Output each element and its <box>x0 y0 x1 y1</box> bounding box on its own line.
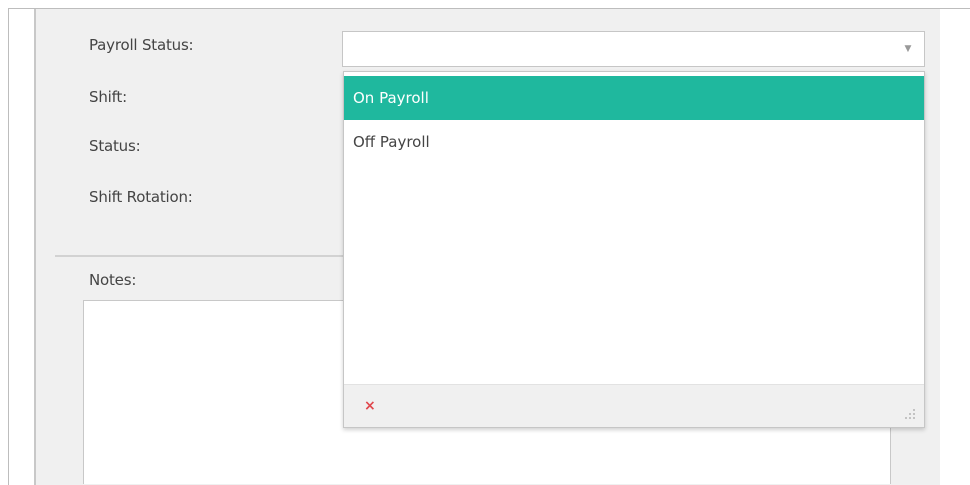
payroll-status-dropdown: On Payroll Off Payroll × <box>343 71 925 428</box>
option-label: Off Payroll <box>353 133 430 151</box>
payroll-status-label: Payroll Status: <box>89 36 194 54</box>
status-label: Status: <box>89 137 141 155</box>
clear-icon[interactable]: × <box>364 396 376 416</box>
notes-separator <box>55 255 345 257</box>
option-off-payroll[interactable]: Off Payroll <box>344 120 924 164</box>
resize-grip-icon[interactable] <box>904 408 916 420</box>
option-on-payroll[interactable]: On Payroll <box>344 76 924 120</box>
dropdown-footer: × <box>344 384 924 427</box>
chevron-down-icon[interactable]: ▼ <box>892 32 924 66</box>
shift-label: Shift: <box>89 88 127 106</box>
shift-rotation-label: Shift Rotation: <box>89 188 193 206</box>
notes-label: Notes: <box>89 271 137 289</box>
option-label: On Payroll <box>353 89 429 107</box>
payroll-status-select[interactable]: ▼ <box>342 31 925 67</box>
